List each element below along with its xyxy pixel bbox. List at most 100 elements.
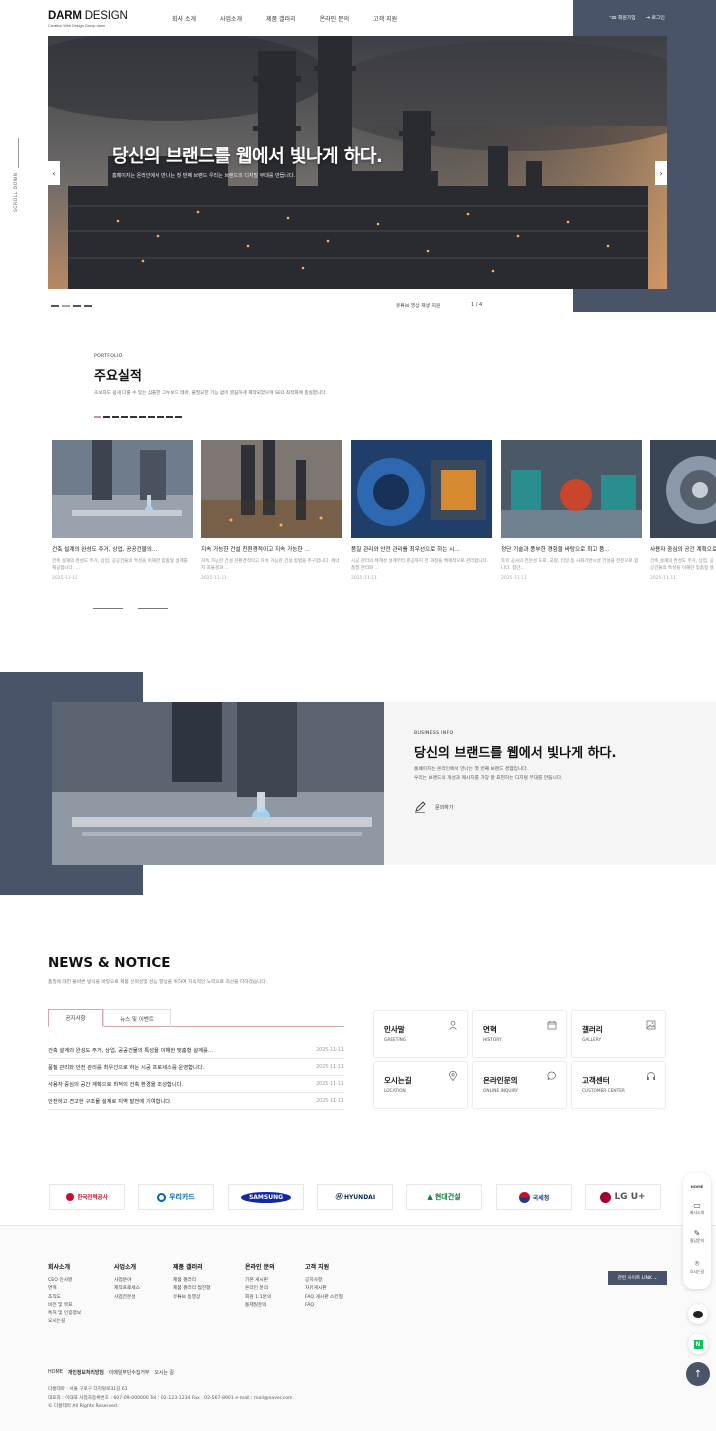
talk-chat-button[interactable] (688, 1304, 708, 1324)
directions-link[interactable]: 오시는 길 (154, 1369, 174, 1376)
footer-col-support: 고객 지원 공지사항 자유게시판 FAQ 게시판 스킨형 FAQ (305, 1262, 343, 1310)
quick-home[interactable]: HOME (683, 1184, 711, 1189)
partner-logo-lguplus[interactable]: LG U+ (585, 1184, 661, 1210)
scroll-top-button[interactable]: ↑ (686, 1362, 710, 1386)
footer-link[interactable]: 유튜브 동영상 (173, 1294, 210, 1302)
portfolio-kicker: PORTFOLIO (94, 354, 123, 359)
login-link[interactable]: ⇥ 로그인 (646, 14, 665, 21)
footer-link[interactable]: 공지사항 (305, 1277, 343, 1285)
headset-icon (647, 1072, 655, 1080)
footer-link[interactable]: 특허 및 인증정보 (48, 1310, 81, 1318)
pf-dot[interactable] (157, 416, 164, 418)
hero-prev-button[interactable]: ‹ (48, 161, 60, 185)
talk-bubble-icon (693, 1310, 703, 1318)
footer-link[interactable]: FAQ 게시판 스킨형 (305, 1294, 343, 1302)
inquiry-link[interactable]: 문의하기 (414, 801, 453, 813)
pf-dot-active[interactable] (94, 416, 101, 418)
tab-news-events[interactable]: 뉴스 및 이벤트 (103, 1009, 171, 1027)
footer-policy-bar: HOME 개인정보처리방침 이메일무단수집거부 오시는 길 (48, 1369, 174, 1376)
hero-next-button[interactable]: › (655, 161, 667, 185)
privacy-policy-link[interactable]: 개인정보처리방침 (68, 1369, 104, 1376)
partner-logo-hyundai[interactable]: Ⓗ HYUNDAI (317, 1184, 393, 1210)
related-site-select[interactable]: 관련 사이트 LINK ⌄ (608, 1271, 667, 1285)
pf-dot[interactable] (139, 416, 146, 418)
partner-logo-nts[interactable]: 국세청 (496, 1184, 572, 1210)
quick-history[interactable]: 연혁 HISTORY (472, 1010, 567, 1058)
nav-about[interactable]: 회사 소개 (172, 14, 196, 23)
quick-gallery[interactable]: 갤러리 GALLERY (571, 1010, 666, 1058)
pf-dot[interactable] (112, 416, 119, 418)
quick-inquiry[interactable]: 온라인문의 ONLINE INQUIRY (472, 1061, 567, 1109)
pf-dot[interactable] (103, 416, 110, 418)
business-desc: 홈페이지는 온라인에서 만나는 첫 번째 브랜드 경험입니다. 우리는 브랜드의 … (414, 767, 563, 781)
footer-link[interactable]: 오시는길 (48, 1318, 81, 1326)
card-title: 지속 가능한 건설 친환경적이고 지속 가능한 ... (201, 547, 310, 553)
quick-side-company[interactable]: ▭ 회사소개 (683, 1201, 711, 1216)
nav-inquiry[interactable]: 온라인 문의 (320, 14, 350, 23)
hero-dot[interactable] (51, 305, 59, 307)
footer-link[interactable]: 통제일문의 (245, 1302, 275, 1310)
quick-location[interactable]: 오시는길 LOCATION (373, 1061, 468, 1109)
portfolio-card[interactable]: 정단 기술과 풍부한 경험을 바탕으로 최고 품... 토목 공사의 전문성 도… (501, 440, 642, 581)
quick-side-location[interactable]: ⌾ 오시는길 (683, 1259, 711, 1275)
portfolio-card[interactable]: 품질 관리와 안전 관리를 최우선으로 하는 시... 시공 관리의 체계성 설… (351, 440, 492, 581)
nav-gallery[interactable]: 제품 갤러리 (266, 14, 296, 23)
pf-dot[interactable] (121, 416, 128, 418)
hero-pagination-dots (51, 305, 92, 307)
calendar-icon (547, 1021, 557, 1030)
footer-link[interactable]: 기본 게시판 (245, 1277, 275, 1285)
footer-link[interactable]: 사업분야 (114, 1277, 140, 1285)
quick-side-qna[interactable]: ✎ 질답문의 (683, 1229, 711, 1244)
footer-home-link[interactable]: HOME (48, 1369, 63, 1376)
join-link[interactable]: ⁺ꝏ 회원가입 (609, 14, 636, 21)
hero-dot[interactable] (84, 305, 92, 307)
hero-dot-active[interactable] (62, 305, 70, 307)
quick-greeting[interactable]: 인사말 GREETING (373, 1010, 468, 1058)
card-title: 건축 설계의 완성도 주거, 상업, 공공건물의... (52, 547, 158, 553)
footer-link[interactable]: 비전 및 목표 (48, 1302, 81, 1310)
naver-button[interactable]: N (688, 1334, 708, 1354)
person-icon (449, 1020, 457, 1030)
site-logo[interactable]: DARM DESIGN (48, 10, 128, 22)
hero-dot[interactable] (73, 305, 81, 307)
footer-link[interactable]: 사업전문성 (114, 1294, 140, 1302)
portfolio-next-arrow[interactable] (138, 608, 168, 609)
nav-support[interactable]: 고객 지원 (373, 14, 397, 23)
card-desc: 토목 공사의 전문성 도로, 교량, 터널 등 사회기반시설 건설을 전문으로 … (501, 559, 639, 571)
news-row[interactable]: 사용자 중심의 공간 계획으로 최적의 건축 환경을 조성합니다. 2025-11… (48, 1076, 344, 1093)
pf-dot[interactable] (130, 416, 137, 418)
pf-dot[interactable] (166, 416, 173, 418)
footer-link[interactable]: FAQ (305, 1302, 343, 1310)
footer-link[interactable]: 온라인 문의 (245, 1285, 275, 1293)
footer-link[interactable]: 제작프로세스 (114, 1285, 140, 1293)
portfolio-prev-arrow[interactable] (93, 608, 123, 609)
pf-dot[interactable] (175, 416, 182, 418)
tab-notice[interactable]: 공지사항 (48, 1009, 103, 1027)
card-date: 2025-11-11 (201, 576, 228, 581)
news-row[interactable]: 품질 관리와 안전 관리를 최우선으로 하는 시공 프로세스를 운영합니다. 20… (48, 1059, 344, 1076)
footer-link[interactable]: 회원 1:1문의 (245, 1294, 275, 1302)
portfolio-card[interactable]: 지속 가능한 건설 친환경적이고 지속 가능한 ... 지속 가능한 건설 친환… (201, 440, 342, 581)
partner-logo-kepco[interactable]: 한국전력공사 (49, 1184, 125, 1210)
portfolio-card[interactable]: 사용자 중심의 공간 계획으로... 건축 설계의 완성도 주거, 상업, 공공… (650, 440, 716, 581)
scroll-line (18, 138, 19, 168)
email-refusal-link[interactable]: 이메일무단수집거부 (109, 1369, 150, 1376)
nav-business[interactable]: 사업소개 (220, 14, 242, 23)
footer-link[interactable]: 자유게시판 (305, 1285, 343, 1293)
partner-logo-samsung[interactable]: SAMSUNG (228, 1184, 304, 1210)
pf-dot[interactable] (148, 416, 155, 418)
hero-subtitle: 홈페이지는 온라인에서 만나는 첫 번째 브랜드 우리는 브랜드의 디지털 무대… (112, 173, 296, 179)
partner-logo-hdec[interactable]: ▲ 현대건설 (406, 1184, 482, 1210)
partner-logo-woori[interactable]: 우리카드 (138, 1184, 214, 1210)
card-title: 정단 기술과 풍부한 경험을 바탕으로 최고 품... (501, 547, 610, 553)
news-row[interactable]: 안전하고 견고한 구조물 설계로 지역 발전에 기여합니다. 2025-11-11 (48, 1093, 344, 1110)
footer-link[interactable]: 조직도 (48, 1294, 81, 1302)
news-row[interactable]: 건축 설계의 완성도 주거, 상업, 공공건물의 특성을 이해한 맞춤형 설계를… (48, 1042, 344, 1059)
footer-link[interactable]: 연혁 (48, 1285, 81, 1293)
quick-customer-center[interactable]: 고객센터 CUSTOMER CENTER (571, 1061, 666, 1109)
footer-link[interactable]: 제품 갤러리 (173, 1277, 210, 1285)
youtube-play-label[interactable]: 유튜브 영상 재생 지원 (396, 302, 440, 309)
footer-link[interactable]: 제품 갤러리 썸진형 (173, 1285, 210, 1293)
footer-link[interactable]: CEO 인사말 (48, 1277, 81, 1285)
portfolio-card[interactable]: 건축 설계의 완성도 주거, 상업, 공공건물의... 건축 설계의 완성도 주… (52, 440, 193, 581)
